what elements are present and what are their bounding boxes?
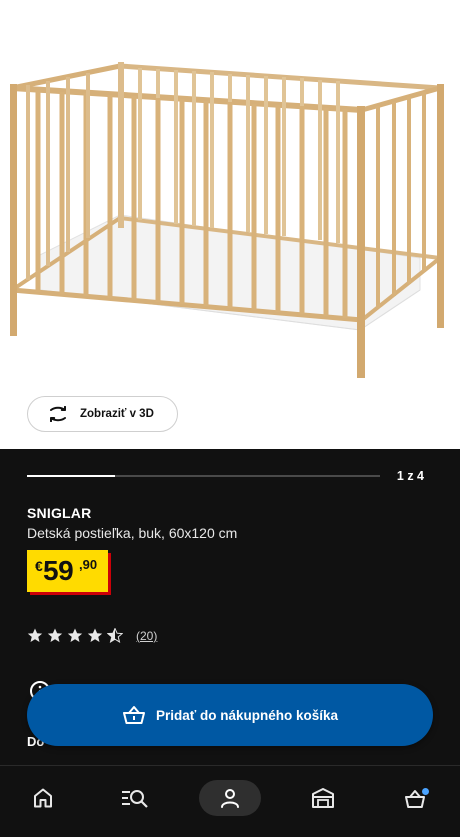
rotate-3d-icon (50, 406, 66, 422)
star-half-icon (107, 628, 123, 643)
add-to-cart-button[interactable]: Pridať do nákupného košíka (27, 684, 433, 746)
nav-search-browse[interactable] (105, 780, 165, 816)
star-icon (47, 628, 63, 642)
nav-cart[interactable] (387, 780, 447, 816)
star-icon (87, 628, 103, 642)
price-decimals: ,90 (79, 557, 98, 572)
price-tag: € 59 ,90 (27, 550, 108, 592)
add-to-cart-label: Pridať do nákupného košíka (155, 707, 338, 723)
nav-home[interactable] (13, 780, 73, 816)
gallery-progress-bar (27, 475, 380, 477)
cart-icon (405, 788, 429, 808)
product-description: Detská postieľka, buk, 60x120 cm (27, 525, 238, 541)
rating[interactable]: (20) (27, 628, 157, 643)
nav-account[interactable] (199, 780, 261, 816)
price-integer: 59 (43, 555, 74, 586)
search-browse-icon (122, 790, 148, 808)
product-image-area[interactable]: Zobraziť v 3D (0, 0, 460, 449)
star-icon (27, 628, 43, 642)
store-icon (312, 788, 334, 808)
product-name: SNIGLAR (27, 505, 92, 521)
gallery-progress-fill (27, 475, 116, 477)
home-icon (34, 788, 52, 808)
cart-notification-dot (422, 788, 429, 795)
view-in-3d-button[interactable]: Zobraziť v 3D (27, 396, 178, 432)
account-icon (221, 789, 239, 808)
product-image-crib (10, 62, 444, 378)
nav-store[interactable] (293, 780, 353, 816)
gallery-pager: 1 z 4 (396, 469, 424, 483)
view-in-3d-label: Zobraziť v 3D (80, 408, 154, 420)
rating-count[interactable]: (20) (136, 629, 157, 643)
basket-icon (122, 706, 145, 724)
star-icon (67, 628, 83, 642)
bottom-navigation (0, 765, 460, 837)
price-currency: € (35, 558, 43, 574)
